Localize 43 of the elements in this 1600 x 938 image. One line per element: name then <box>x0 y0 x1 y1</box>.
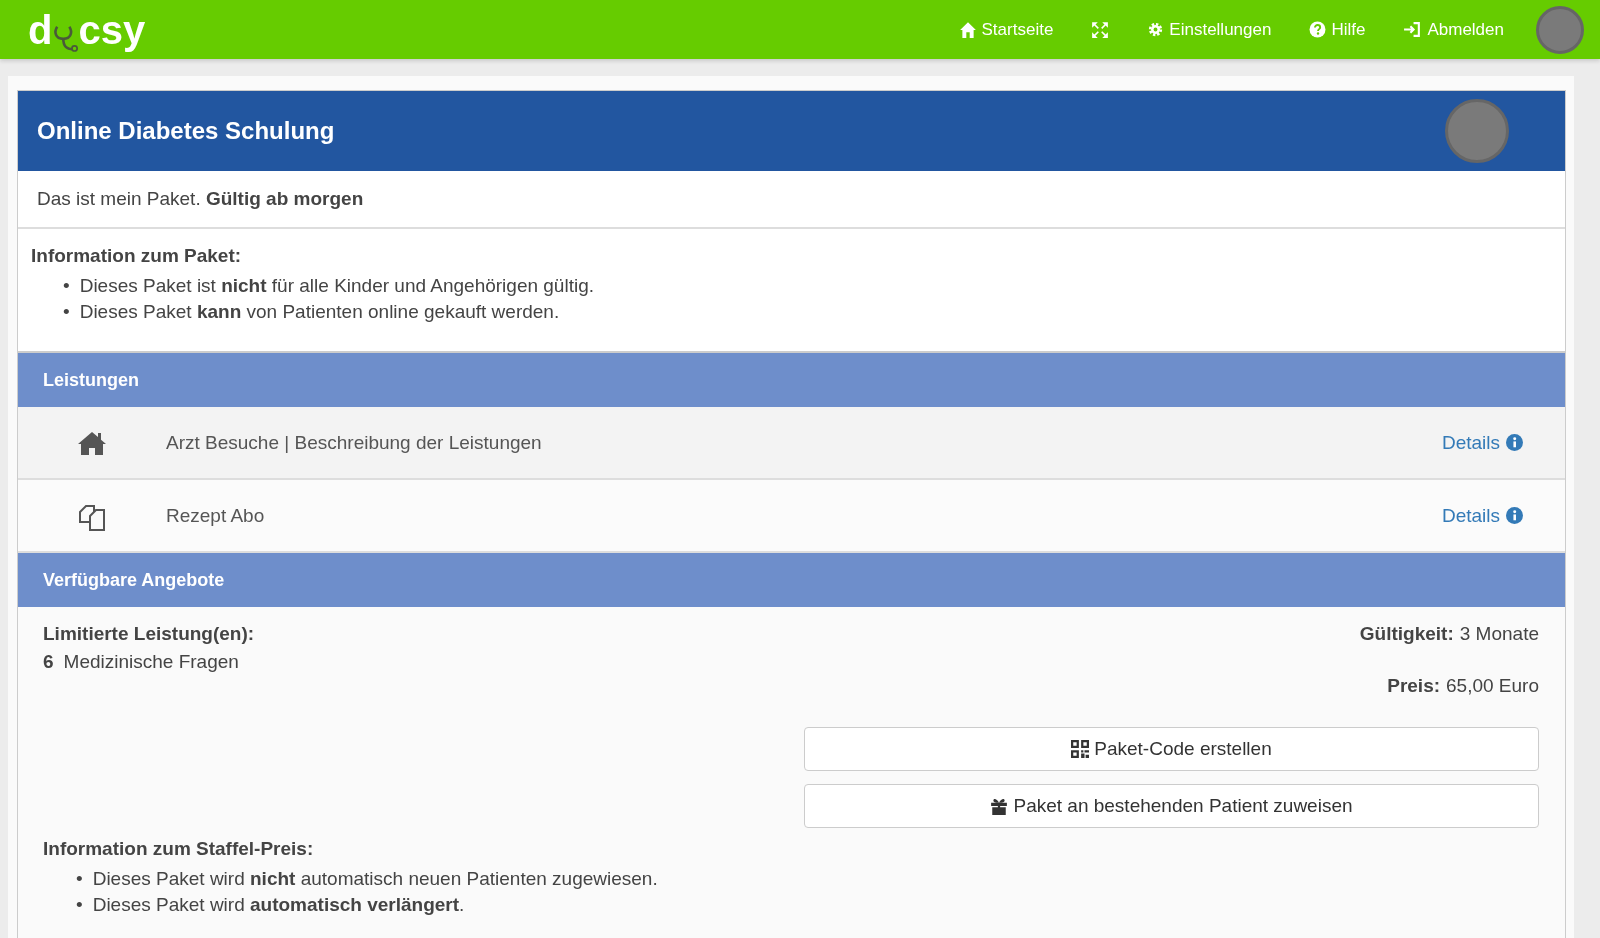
tier-item: Dieses Paket wird nicht automatisch neuen Patienten zugewiesen. <box>92 867 658 891</box>
logout-icon <box>1403 21 1423 38</box>
fullscreen-button[interactable] <box>1091 20 1110 39</box>
tier-item: Dieses Paket wird automatisch verlängert. <box>92 893 465 917</box>
create-code-button[interactable]: Paket-Code erstellen <box>804 727 1539 771</box>
gift-icon <box>990 797 1009 815</box>
info-item: Dieses Paket ist nicht für alle Kinder und Angehörigen gültig. <box>79 274 594 298</box>
house-icon <box>78 430 106 455</box>
details-link[interactable]: Details <box>1441 504 1523 527</box>
validity-value: 3 Monate <box>1459 623 1539 645</box>
bullet: • <box>63 274 70 298</box>
nav-link[interactable]: Hilfe <box>1309 19 1366 40</box>
price-label: Preis: <box>1387 675 1441 697</box>
nav-link[interactable]: Abmelden <box>1403 19 1504 40</box>
docsy-logo[interactable]: d csy <box>28 9 146 50</box>
package-subtitle: Das ist mein Paket. Gültig ab morgen <box>37 188 364 209</box>
nav-link[interactable]: Startseite <box>958 19 1054 40</box>
service-name: Arzt Besuche | Beschreibung der Leistungen <box>166 431 543 454</box>
info-icon <box>1506 507 1523 524</box>
help-icon <box>1309 21 1327 38</box>
info-item: Dieses Paket kann von Patienten online gekauft werden. <box>79 300 560 324</box>
section-title: Leistungen <box>43 369 139 391</box>
house-icon <box>958 20 977 39</box>
limited-heading: Limitierte Leistung(en): <box>43 623 255 645</box>
limited-count: 6 <box>43 651 54 673</box>
service-name: Rezept Abo <box>166 504 266 527</box>
qr-code-icon <box>1071 740 1090 758</box>
info-icon <box>1506 434 1523 451</box>
section-title: Verfügbare Angebote <box>43 569 225 591</box>
assign-button[interactable]: Paket an bestehenden Patient zuweisen <box>804 784 1539 828</box>
limited-label: Medizinische Fragen <box>63 651 239 673</box>
package-title: Online Diabetes Schulung <box>37 117 335 145</box>
gear-icon <box>1147 21 1165 38</box>
tier-heading: Information zum Staffel-Preis: <box>43 838 315 860</box>
bullet: • <box>76 893 83 917</box>
price-value: 65,00 Euro <box>1446 675 1539 697</box>
details-link[interactable]: Details <box>1441 431 1523 454</box>
user-avatar[interactable] <box>1536 5 1584 54</box>
bullet: • <box>63 300 70 324</box>
bullet: • <box>76 867 83 891</box>
nav-link[interactable]: Einstellungen <box>1147 19 1272 40</box>
info-heading: Information zum Paket: <box>31 245 243 267</box>
validity-label: Gültigkeit: <box>1359 623 1454 645</box>
